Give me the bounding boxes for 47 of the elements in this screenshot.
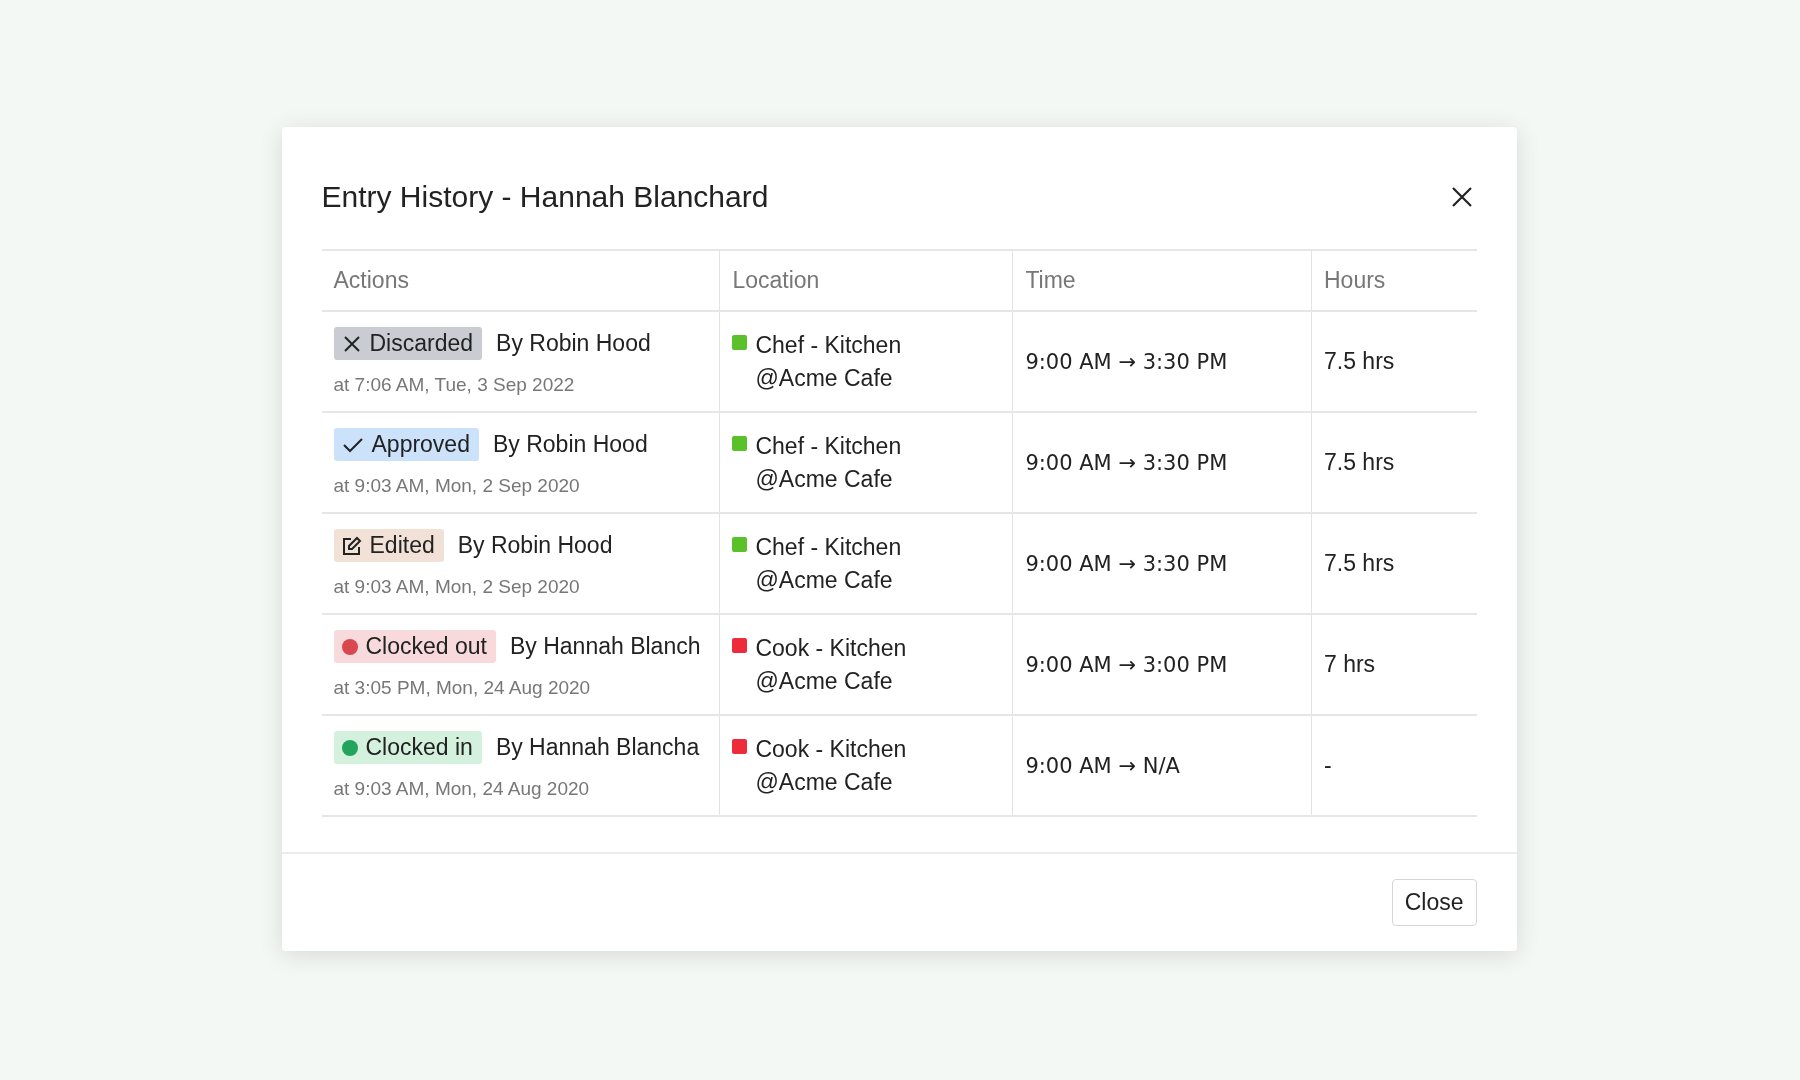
- hours-value: 7.5 hrs: [1324, 449, 1395, 475]
- actor-name: By Hannah Blancha: [495, 734, 700, 761]
- location-venue: @Acme Cafe: [755, 666, 894, 696]
- close-button[interactable]: Close: [1391, 879, 1477, 926]
- edit-icon: [341, 535, 362, 556]
- actor-name: By Robin Hood: [457, 532, 613, 559]
- action-timestamp: at 7:06 AM, Tue, 3 Sep 2022: [333, 374, 576, 396]
- action-timestamp: at 9:03 AM, Mon, 2 Sep 2020: [333, 475, 581, 497]
- checkmark-icon: [341, 435, 364, 454]
- hours-value: 7 hrs: [1324, 651, 1376, 677]
- actor-name: By Hannah Blanch: [509, 633, 701, 660]
- status-badge: Discarded: [333, 327, 483, 360]
- action-timestamp: at 9:03 AM, Mon, 2 Sep 2020: [333, 576, 581, 598]
- location-role: Cook - Kitchen: [755, 633, 907, 663]
- time-range: 9:00 AM → 3:30 PM: [1025, 551, 1228, 576]
- action-timestamp: at 9:03 AM, Mon, 24 Aug 2020: [333, 778, 591, 800]
- hours-value: 7.5 hrs: [1324, 550, 1395, 576]
- time-range: 9:00 AM → N/A: [1025, 753, 1180, 778]
- location-venue: @Acme Cafe: [755, 767, 894, 797]
- location-venue: @Acme Cafe: [755, 363, 894, 393]
- status-dot-icon: [341, 638, 358, 655]
- location-role: Chef - Kitchen: [755, 330, 902, 360]
- column-header: Location: [732, 267, 820, 293]
- status-badge: Clocked in: [333, 731, 482, 764]
- column-header: Actions: [333, 267, 409, 293]
- actor-name: By Robin Hood: [496, 330, 651, 357]
- location-role: Chef - Kitchen: [755, 431, 902, 461]
- status-badge: Approved: [333, 428, 479, 461]
- dialog-title: Entry History - Hannah Blanchard: [321, 180, 769, 214]
- location-role: Chef - Kitchen: [755, 532, 902, 562]
- time-range: 9:00 AM → 3:30 PM: [1025, 349, 1228, 374]
- location-venue: @Acme Cafe: [755, 464, 894, 494]
- time-range: 9:00 AM → 3:30 PM: [1025, 450, 1228, 475]
- close-icon: [1450, 186, 1473, 208]
- hours-value: 7.5 hrs: [1324, 348, 1395, 374]
- column-header: Time: [1025, 267, 1076, 293]
- column-header: Hours: [1324, 267, 1386, 293]
- location-role: Cook - Kitchen: [755, 734, 907, 764]
- hours-value: -: [1324, 752, 1332, 778]
- time-range: 9:00 AM → 3:00 PM: [1025, 652, 1228, 677]
- location-venue: @Acme Cafe: [755, 565, 894, 595]
- actor-name: By Robin Hood: [492, 431, 648, 458]
- x-icon: [341, 333, 362, 354]
- status-badge: Clocked out: [333, 630, 496, 663]
- action-timestamp: at 3:05 PM, Mon, 24 Aug 2020: [333, 677, 592, 699]
- status-dot-icon: [341, 739, 358, 756]
- status-badge: Edited: [333, 529, 444, 562]
